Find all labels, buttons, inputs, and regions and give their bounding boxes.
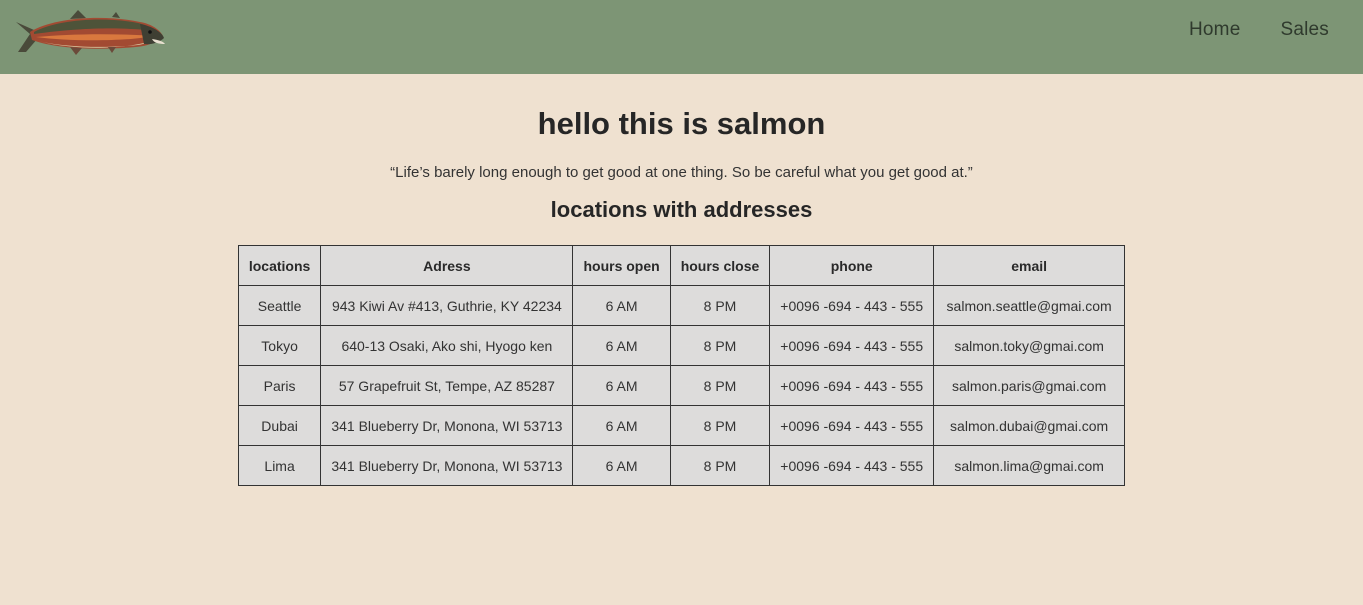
cell-hours-close: 8 PM (669, 325, 771, 366)
cell-hours-close: 8 PM (669, 285, 771, 326)
cell-phone: +0096 -694 - 443 - 555 (769, 365, 935, 406)
cell-email: salmon.paris@gmai.com (933, 365, 1126, 406)
table-row: Tokyo 640-13 Osaki, Ako shi, Hyogo ken 6… (237, 325, 1126, 366)
cell-phone: +0096 -694 - 443 - 555 (769, 285, 935, 326)
cell-address: 341 Blueberry Dr, Monona, WI 53713 (320, 445, 574, 486)
cell-phone: +0096 -694 - 443 - 555 (769, 445, 935, 486)
site-header: Home Sales (0, 0, 1363, 74)
table-row: Seattle 943 Kiwi Av #413, Guthrie, KY 42… (237, 285, 1126, 326)
cell-email: salmon.seattle@gmai.com (933, 285, 1126, 326)
table-row: Dubai 341 Blueberry Dr, Monona, WI 53713… (237, 405, 1126, 446)
page-title: hello this is salmon (537, 106, 826, 141)
cell-phone: +0096 -694 - 443 - 555 (769, 405, 935, 446)
nav-home-link[interactable]: Home (1149, 18, 1240, 42)
table-row: Paris 57 Grapefruit St, Tempe, AZ 85287 … (237, 365, 1126, 406)
cell-location: Dubai (237, 405, 322, 446)
cell-address: 640-13 Osaki, Ako shi, Hyogo ken (320, 325, 574, 366)
cell-location: Seattle (237, 285, 322, 326)
table-row: Lima 341 Blueberry Dr, Monona, WI 53713 … (237, 445, 1126, 486)
column-header-hours-open: hours open (572, 245, 671, 286)
column-header-hours-close: hours close (669, 245, 771, 286)
main-content: hello this is salmon “Life’s barely long… (0, 106, 1363, 486)
cell-hours-open: 6 AM (572, 325, 671, 366)
cell-hours-open: 6 AM (572, 445, 671, 486)
cell-email: salmon.dubai@gmai.com (933, 405, 1126, 446)
cell-location: Lima (237, 445, 322, 486)
cell-email: salmon.toky@gmai.com (933, 325, 1126, 366)
nav-sales-link[interactable]: Sales (1240, 18, 1329, 42)
cell-address: 341 Blueberry Dr, Monona, WI 53713 (320, 405, 574, 446)
column-header-phone: phone (769, 245, 935, 286)
quote-text: “Life’s barely long enough to get good a… (390, 164, 973, 181)
cell-phone: +0096 -694 - 443 - 555 (769, 325, 935, 366)
cell-hours-close: 8 PM (669, 445, 771, 486)
cell-hours-close: 8 PM (669, 365, 771, 406)
cell-address: 943 Kiwi Av #413, Guthrie, KY 42234 (320, 285, 574, 326)
locations-table: locations Adress hours open hours close … (237, 245, 1126, 486)
main-nav: Home Sales (1149, 18, 1329, 42)
cell-email: salmon.lima@gmai.com (933, 445, 1126, 486)
cell-address: 57 Grapefruit St, Tempe, AZ 85287 (320, 365, 574, 406)
cell-hours-open: 6 AM (572, 405, 671, 446)
column-header-locations: locations (237, 245, 322, 286)
salmon-logo-icon[interactable] (12, 8, 166, 58)
cell-location: Tokyo (237, 325, 322, 366)
column-header-address: Adress (320, 245, 574, 286)
cell-hours-open: 6 AM (572, 285, 671, 326)
cell-location: Paris (237, 365, 322, 406)
column-header-email: email (933, 245, 1126, 286)
table-header-row: locations Adress hours open hours close … (237, 245, 1126, 286)
cell-hours-open: 6 AM (572, 365, 671, 406)
cell-hours-close: 8 PM (669, 405, 771, 446)
section-title: locations with addresses (550, 197, 813, 222)
